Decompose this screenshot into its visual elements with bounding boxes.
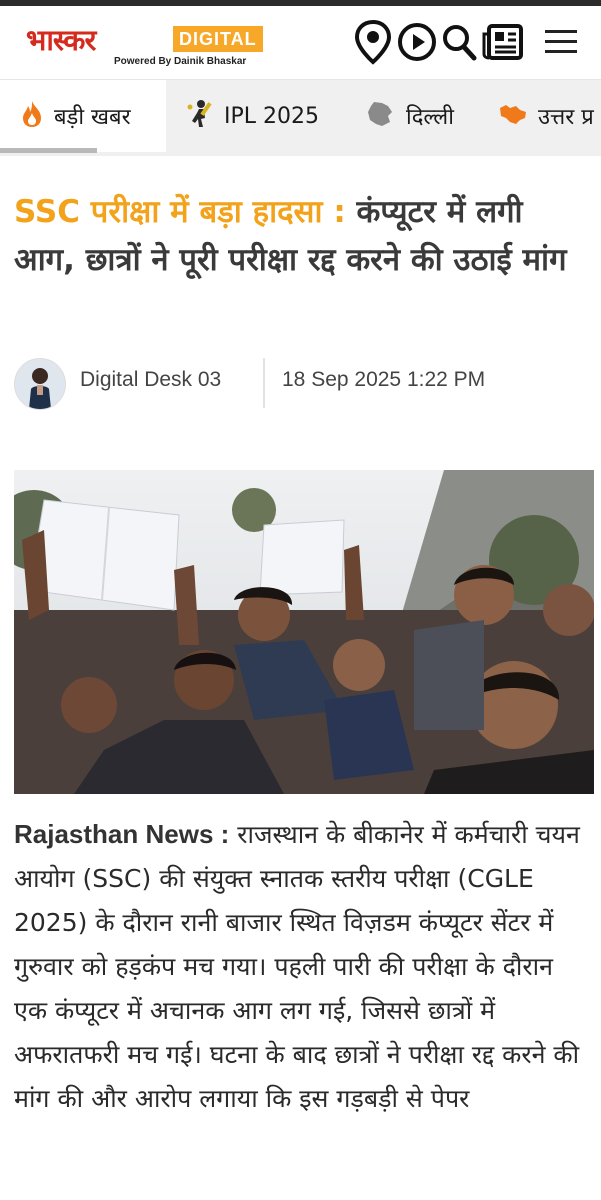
tab-ipl-2025[interactable]: IPL 2025 <box>186 80 319 152</box>
tab-label: IPL 2025 <box>224 103 319 129</box>
location-pin-icon[interactable] <box>353 19 393 65</box>
play-icon[interactable] <box>397 22 437 62</box>
headline-prefix: SSC परीक्षा में बड़ा हादसा : <box>14 194 346 230</box>
header-icon-group <box>349 18 579 66</box>
logo-hindi-text: भास्कर <box>26 23 96 57</box>
byline-divider <box>263 358 265 408</box>
tab-label: उत्तर प्र <box>538 105 594 130</box>
flame-icon <box>20 99 44 133</box>
delhi-map-icon <box>366 100 394 132</box>
article-body: Rajasthan News : राजस्थान के बीकानेर में… <box>14 812 589 1121</box>
tab-delhi[interactable]: दिल्ली <box>366 80 454 152</box>
author-avatar[interactable] <box>14 358 66 410</box>
site-header: भास्कर DIGITAL Powered By Dainik Bhaskar <box>0 6 601 80</box>
logo-digital-badge: DIGITAL <box>173 26 263 52</box>
article-headline: SSC परीक्षा में बड़ा हादसा : कंप्यूटर मे… <box>14 188 589 284</box>
article-lead: Rajasthan News : <box>14 819 230 849</box>
search-icon[interactable] <box>441 22 477 62</box>
publish-date: 18 Sep 2025 1:22 PM <box>282 368 486 391</box>
byline: Digital Desk 03 18 Sep 2025 1:22 PM <box>14 356 589 412</box>
newspaper-icon[interactable] <box>481 22 525 62</box>
article-text: राजस्थान के बीकानेर में कर्मचारी चयन आयो… <box>14 820 580 1113</box>
author-name[interactable]: Digital Desk 03 <box>80 368 221 392</box>
up-map-icon <box>498 102 528 130</box>
site-logo[interactable]: भास्कर DIGITAL Powered By Dainik Bhaskar <box>26 16 306 72</box>
article-photo[interactable] <box>14 470 594 794</box>
active-tab-indicator <box>0 148 97 153</box>
cricket-batsman-icon <box>186 99 212 133</box>
logo-tagline: Powered By Dainik Bhaskar <box>114 56 247 67</box>
tab-label: बड़ी खबर <box>54 105 131 130</box>
hamburger-menu-icon[interactable] <box>543 27 579 57</box>
category-tabs: बड़ी खबर IPL 2025 दिल्ली उत्तर प्र <box>0 80 601 156</box>
tab-badi-khabar[interactable]: बड़ी खबर <box>0 80 166 152</box>
tab-uttar-pradesh[interactable]: उत्तर प्र <box>498 80 594 152</box>
protest-image <box>14 470 594 794</box>
tab-label: दिल्ली <box>406 105 454 130</box>
